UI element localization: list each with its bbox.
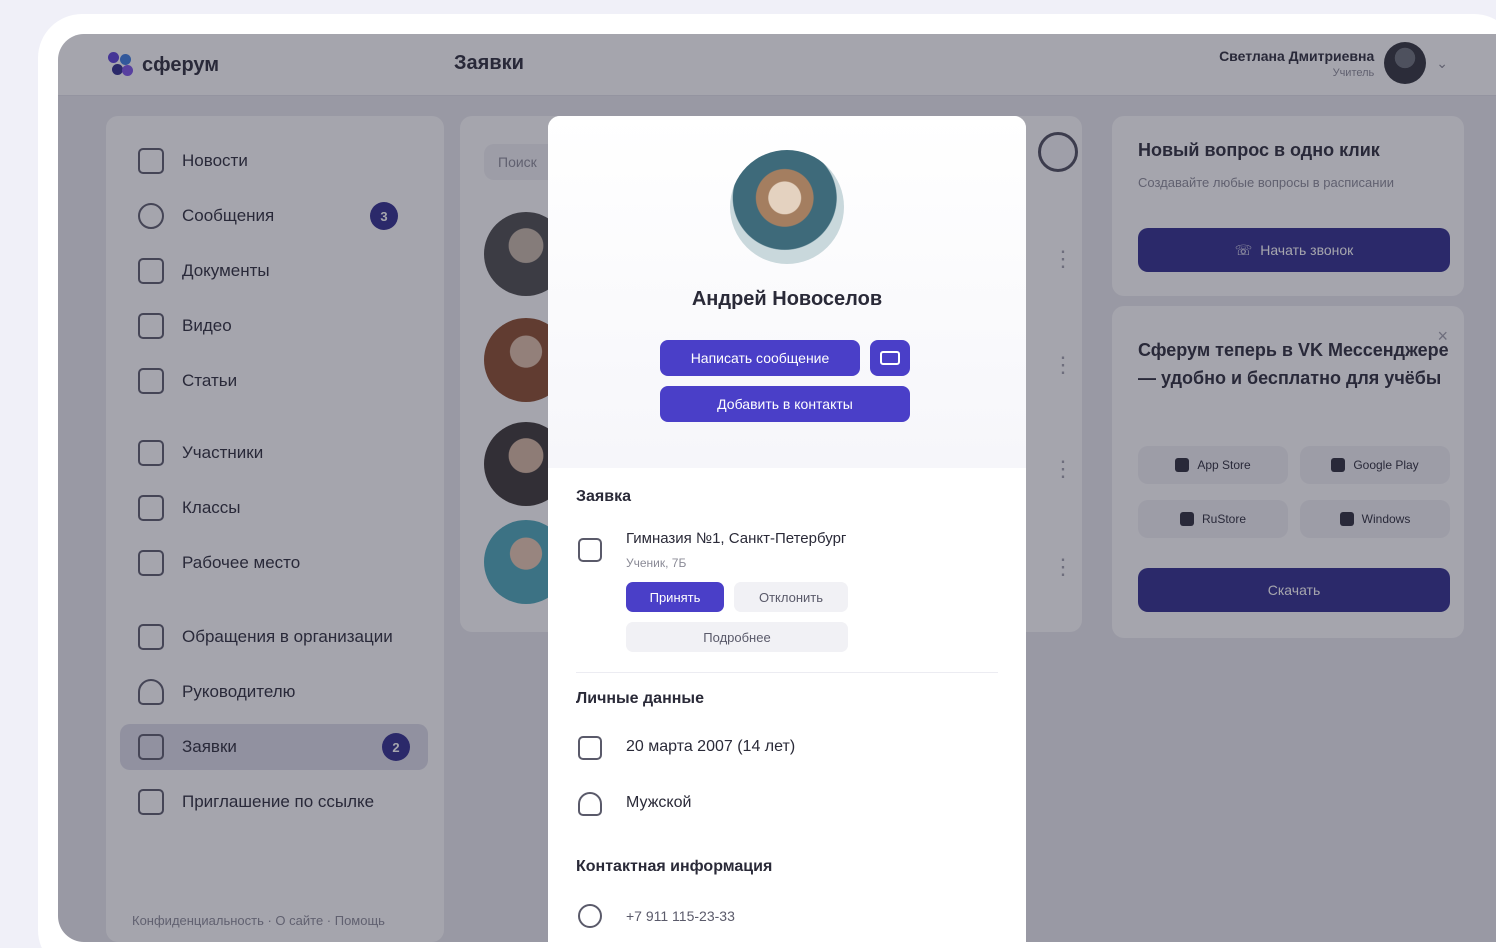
profile-modal: Андрей Новоселов Написать сообщение Доба… — [548, 116, 1026, 948]
request-section-title: Заявка — [576, 488, 631, 505]
gender: Мужской — [626, 794, 692, 811]
phone-icon — [578, 904, 602, 928]
add-to-contacts-button[interactable]: Добавить в контакты — [660, 386, 910, 422]
avatar — [730, 150, 844, 264]
video-camera-icon — [880, 351, 900, 365]
phone-number[interactable]: +7 911 115-23-33 — [626, 908, 735, 924]
school-icon — [578, 538, 602, 562]
profile-name: Андрей Новоселов — [691, 288, 883, 310]
write-message-button[interactable]: Написать сообщение — [660, 340, 860, 376]
divider — [576, 672, 998, 673]
school-name: Гимназия №1, Санкт-Петербург — [626, 530, 847, 547]
more-button[interactable]: Подробнее — [626, 622, 848, 652]
person-icon — [578, 792, 602, 816]
personal-section-title: Личные данные — [576, 690, 704, 707]
calendar-icon — [578, 736, 602, 760]
birthday: 20 марта 2007 (14 лет) — [626, 738, 796, 755]
reject-button[interactable]: Отклонить — [734, 582, 848, 612]
accept-button[interactable]: Принять — [626, 582, 724, 612]
school-role: Ученик, 7Б — [626, 556, 687, 570]
contact-section-title: Контактная информация — [576, 858, 773, 875]
video-call-button[interactable] — [870, 340, 910, 376]
